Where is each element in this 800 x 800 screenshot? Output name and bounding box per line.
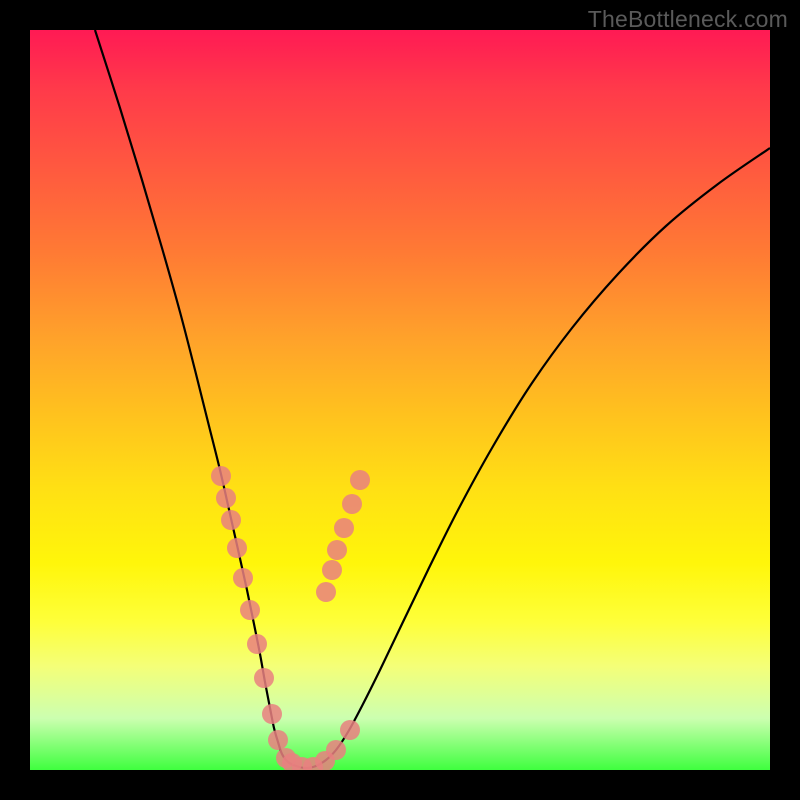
chart-frame: TheBottleneck.com xyxy=(0,0,800,800)
data-marker xyxy=(262,704,282,724)
data-marker xyxy=(254,668,274,688)
curve-svg xyxy=(30,30,770,770)
data-marker xyxy=(247,634,267,654)
data-marker xyxy=(334,518,354,538)
data-marker xyxy=(221,510,241,530)
data-marker xyxy=(211,466,231,486)
bottleneck-curve xyxy=(95,30,770,768)
data-marker xyxy=(227,538,247,558)
data-marker xyxy=(216,488,236,508)
data-marker xyxy=(268,730,288,750)
data-marker xyxy=(340,720,360,740)
plot-area xyxy=(30,30,770,770)
data-marker xyxy=(240,600,260,620)
data-marker xyxy=(327,540,347,560)
data-marker xyxy=(342,494,362,514)
data-marker xyxy=(233,568,253,588)
data-marker xyxy=(350,470,370,490)
data-markers xyxy=(211,466,370,770)
data-marker xyxy=(322,560,342,580)
data-marker xyxy=(326,740,346,760)
data-marker xyxy=(316,582,336,602)
watermark-text: TheBottleneck.com xyxy=(588,6,788,33)
